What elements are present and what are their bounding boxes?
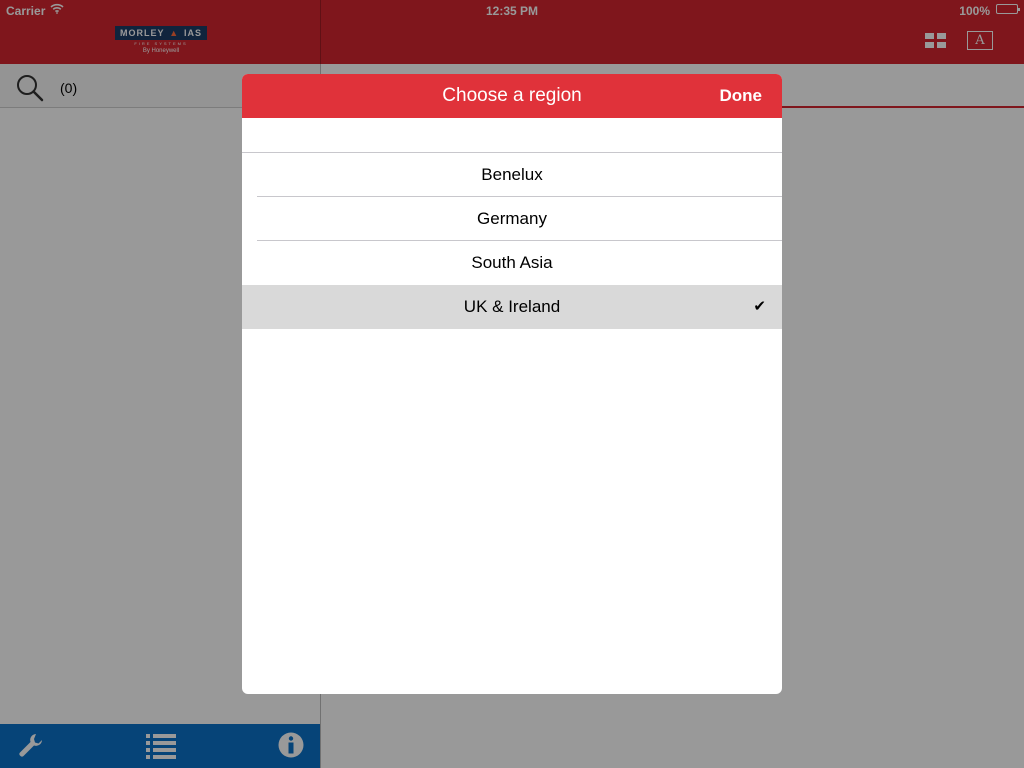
region-label: Germany [477, 209, 547, 228]
region-row-south-asia[interactable]: South Asia [242, 241, 782, 285]
done-button[interactable]: Done [720, 74, 763, 118]
region-picker-modal: Choose a region Done Benelux Germany Sou… [242, 74, 782, 694]
modal-title: Choose a region [442, 85, 582, 106]
modal-header: Choose a region Done [242, 74, 782, 118]
region-label: Benelux [481, 165, 543, 184]
region-row-germany[interactable]: Germany [242, 197, 782, 241]
region-label: South Asia [471, 253, 553, 272]
list-header-spacer [242, 118, 782, 153]
region-label: UK & Ireland [463, 297, 561, 316]
region-row-uk-ireland[interactable]: UK & Ireland ✔ [242, 285, 782, 329]
region-list: Benelux Germany South Asia UK & Ireland … [242, 118, 782, 329]
checkmark-icon: ✔ [753, 298, 766, 315]
region-row-benelux[interactable]: Benelux [242, 153, 782, 197]
